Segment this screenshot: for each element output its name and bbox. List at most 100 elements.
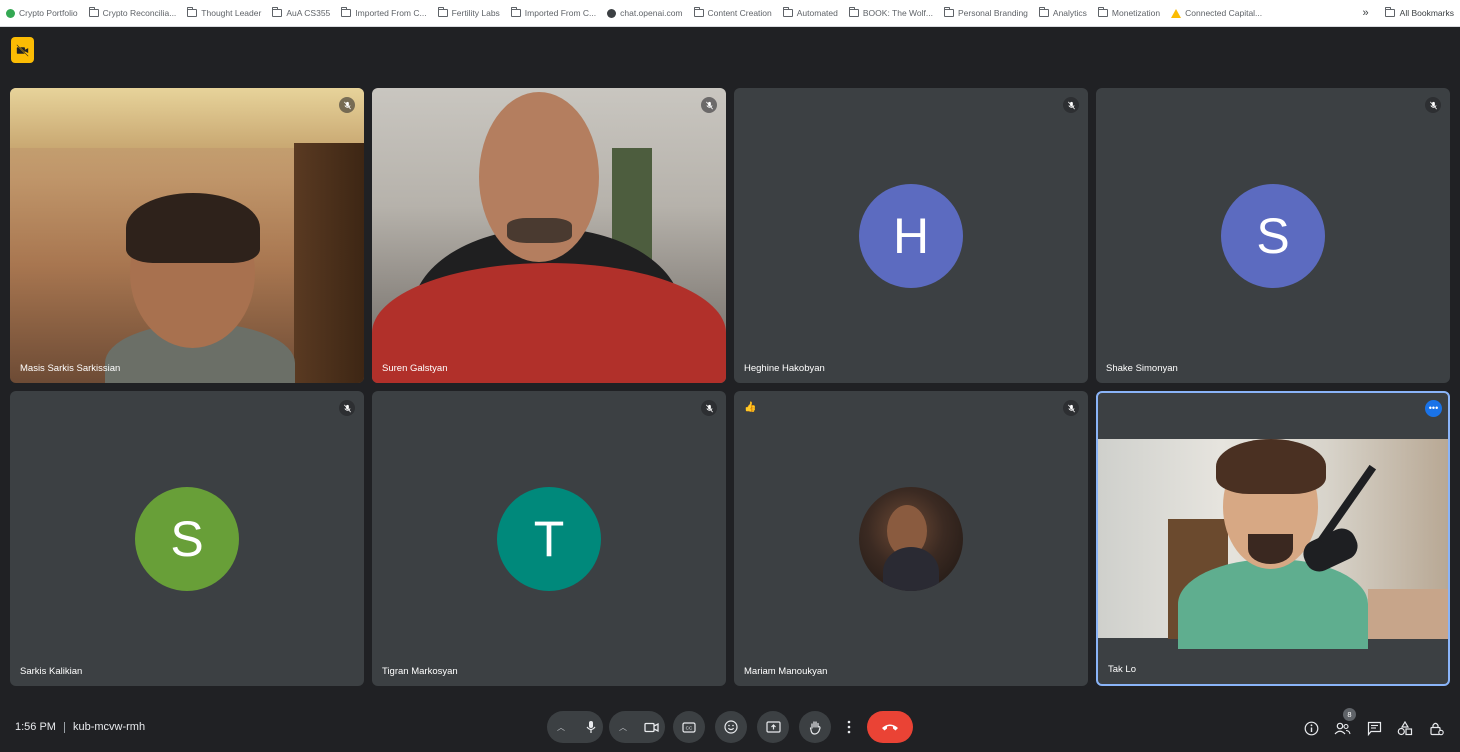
camera-control[interactable]: ︿ [609, 711, 665, 743]
bookmark-chat-openai[interactable]: chat.openai.com [607, 8, 683, 18]
bookmark-content-creation[interactable]: Content Creation [693, 7, 772, 18]
folder-icon [1038, 7, 1049, 17]
bookshelf [294, 143, 364, 383]
people-icon [1334, 722, 1351, 734]
hand-icon [809, 720, 821, 735]
participant-tile[interactable]: Suren Galstyan [372, 88, 726, 383]
person-body [1178, 559, 1368, 649]
bookmark-thought-leader[interactable]: Thought Leader [187, 7, 261, 18]
participant-name: Mariam Manoukyan [744, 666, 828, 677]
participant-tile[interactable]: Masis Sarkis Sarkissian [10, 88, 364, 383]
person-body [883, 546, 939, 591]
host-controls-button[interactable] [1427, 719, 1445, 737]
participant-tile-active[interactable]: ••• Tak Lo [1096, 391, 1450, 686]
green-dot-icon [6, 8, 15, 18]
avatar: S [1221, 183, 1325, 288]
participant-name: Shake Simonyan [1106, 363, 1178, 374]
photo-avatar [859, 486, 963, 591]
bookmark-monetization[interactable]: Monetization [1097, 7, 1160, 18]
mic-off-icon [1063, 97, 1079, 113]
folder-icon [341, 7, 352, 17]
captions-button[interactable]: CC [673, 711, 705, 743]
leave-call-button[interactable] [867, 711, 913, 743]
participant-name: Masis Sarkis Sarkissian [20, 363, 121, 374]
openai-icon [607, 8, 617, 18]
folder-icon [1097, 7, 1108, 17]
present-icon [765, 721, 781, 733]
bookmark-personal-branding[interactable]: Personal Branding [943, 7, 1028, 18]
meeting-controls-bar: 1:56 PM kub-mcvw-rmh ︿ ︿ CC 8 [0, 702, 1460, 752]
bookmark-aua-cs355[interactable]: AuA CS355 [272, 7, 330, 18]
camera-icon[interactable] [644, 722, 659, 733]
mic-off-icon [339, 97, 355, 113]
participant-name: Heghine Hakobyan [744, 363, 825, 374]
raise-hand-button[interactable] [799, 711, 831, 743]
lock-person-icon [1429, 722, 1444, 735]
participant-tile[interactable]: S Shake Simonyan [1096, 88, 1450, 383]
folder-icon [510, 7, 521, 17]
more-vert-icon [847, 720, 851, 734]
mic-off-icon [1063, 400, 1079, 416]
mic-off-icon [701, 97, 717, 113]
participant-count-badge: 8 [1343, 708, 1356, 721]
bookmark-book-wolf[interactable]: BOOK: The Wolf... [848, 7, 933, 18]
meeting-info: 1:56 PM kub-mcvw-rmh [15, 721, 145, 733]
folder-icon [437, 7, 448, 17]
hidden-video-badge[interactable] [11, 37, 34, 63]
shapes-icon [1397, 720, 1413, 735]
participant-name: Suren Galstyan [382, 363, 448, 374]
drive-icon [1171, 8, 1182, 18]
participant-tile[interactable]: H Heghine Hakobyan [734, 88, 1088, 383]
participant-tile[interactable]: 👍 Mariam Manoukyan [734, 391, 1088, 686]
bookmark-imported-1[interactable]: Imported From C... [341, 7, 427, 18]
people-button[interactable] [1333, 719, 1351, 737]
participant-tile[interactable]: T Tigran Markosyan [372, 391, 726, 686]
participant-name: Sarkis Kalikian [20, 666, 83, 677]
avatar: T [497, 486, 601, 591]
chevron-up-icon[interactable]: ︿ [619, 722, 627, 733]
video-background [10, 88, 364, 148]
bookmark-imported-2[interactable]: Imported From C... [510, 7, 596, 18]
avatar: H [859, 183, 963, 288]
meeting-details-button[interactable] [1302, 719, 1320, 737]
more-options-button[interactable]: ••• [1425, 400, 1442, 417]
info-icon [1304, 721, 1318, 735]
folder-icon [782, 7, 793, 17]
current-time: 1:56 PM [15, 721, 56, 733]
hang-up-icon [882, 724, 898, 731]
video-off-icon [16, 43, 29, 57]
mic-off-icon [1425, 97, 1441, 113]
mic-off-icon [339, 400, 355, 416]
folder-icon [943, 7, 954, 17]
chat-icon [1367, 721, 1381, 736]
participant-tile[interactable]: S Sarkis Kalikian [10, 391, 364, 686]
person-beard [1248, 534, 1293, 564]
activities-button[interactable] [1396, 719, 1414, 737]
bookmarks-bar: Crypto Portfolio Crypto Reconcilia... Th… [0, 0, 1460, 27]
chevron-up-icon[interactable]: ︿ [557, 722, 565, 733]
thumbs-up-reaction: 👍 [744, 402, 757, 413]
folder-icon [1384, 7, 1395, 17]
folder-icon [848, 7, 859, 17]
folder-icon [272, 7, 283, 17]
meeting-code: kub-mcvw-rmh [72, 721, 146, 733]
bookmark-crypto-reconcilia[interactable]: Crypto Reconcilia... [88, 7, 176, 18]
folder-icon [88, 7, 99, 17]
microphone-icon[interactable] [585, 720, 597, 734]
reactions-button[interactable] [715, 711, 747, 743]
microphone-control[interactable]: ︿ [547, 711, 603, 743]
mic-off-icon [701, 400, 717, 416]
more-options-button[interactable] [839, 711, 859, 743]
present-screen-button[interactable] [757, 711, 789, 743]
bookmark-crypto-portfolio[interactable]: Crypto Portfolio [6, 8, 78, 18]
person-hair [1216, 439, 1326, 494]
participant-name: Tigran Markosyan [382, 666, 458, 677]
more-bookmarks-button[interactable]: » [1363, 7, 1369, 19]
bookmark-automated[interactable]: Automated [782, 7, 838, 18]
bookmark-connected-capital[interactable]: Connected Capital... [1171, 8, 1262, 18]
avatar: S [135, 486, 239, 591]
bookmark-fertility-labs[interactable]: Fertility Labs [437, 7, 500, 18]
bookmark-analytics[interactable]: Analytics [1038, 7, 1087, 18]
all-bookmarks[interactable]: All Bookmarks [1384, 7, 1454, 18]
chat-button[interactable] [1365, 719, 1383, 737]
